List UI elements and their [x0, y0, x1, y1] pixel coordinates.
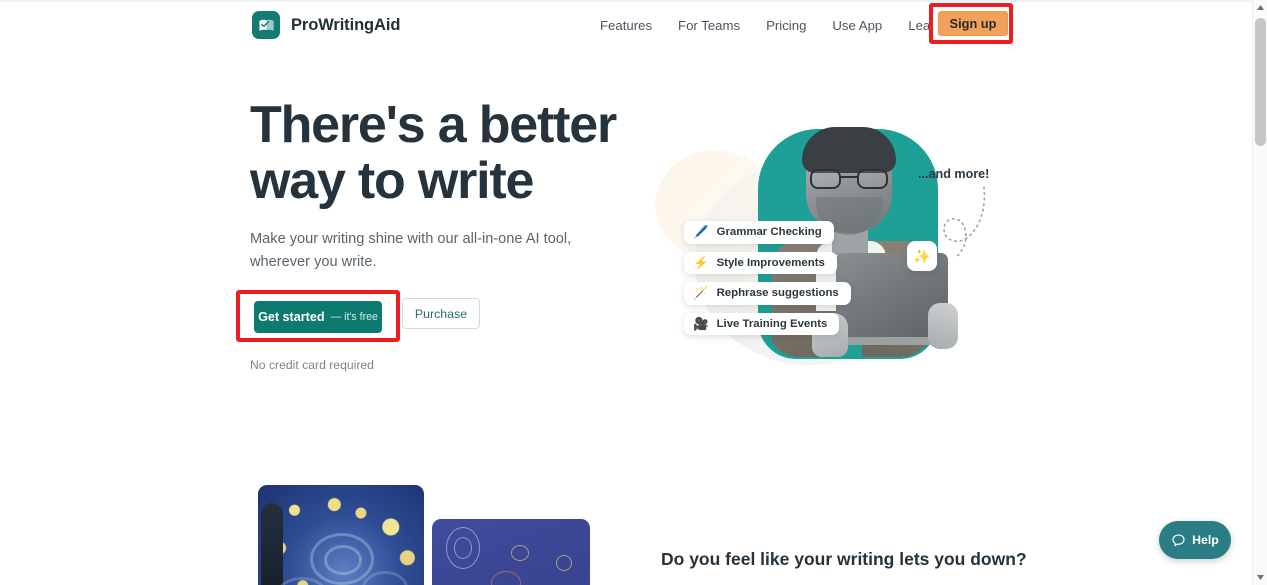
hand-right [928, 303, 958, 349]
page-title-line2: way to write [250, 152, 534, 210]
sparkles-icon: ✨ [907, 241, 937, 271]
get-started-suffix: — it's free [330, 311, 378, 323]
hero-subtitle: Make your writing shine with our all-in-… [250, 231, 572, 270]
scrollbar-thumb[interactable] [1255, 18, 1266, 146]
feature-pill-grammar-checking: 🖊️ Grammar Checking [684, 221, 834, 244]
video-camera-icon: 🎥 [693, 316, 709, 331]
blue-swirl-image-card [432, 519, 590, 585]
chat-bubble-icon [1172, 533, 1185, 546]
and-more-label: ...and more! [918, 167, 990, 181]
feature-pill-label: Grammar Checking [716, 226, 822, 239]
signup-button[interactable]: Sign up [938, 11, 1008, 36]
nav-link-pricing[interactable]: Pricing [753, 18, 819, 33]
brand-logo[interactable]: ProWritingAid [252, 11, 400, 39]
scrollbar-down-arrow-icon[interactable] [1253, 570, 1267, 585]
purchase-button[interactable]: Purchase [402, 298, 480, 329]
feature-pill-label: Live Training Events [716, 317, 828, 330]
nav-link-use-app[interactable]: Use App [819, 18, 895, 33]
feature-pill-live-training-events: 🎥 Live Training Events [684, 312, 840, 335]
hair [802, 127, 896, 173]
hero-illustration: 🖊️ Grammar Checking ⚡ Style Improvements… [640, 105, 1010, 375]
signup-highlight-box: Sign up [929, 3, 1013, 44]
pen-icon: 🖊️ [693, 225, 709, 239]
section-heading: Do you feel like your writing lets you d… [661, 549, 1027, 569]
magic-wand-icon: 🪄 [693, 286, 709, 300]
starry-night-image-card [258, 485, 424, 585]
nav-link-for-teams[interactable]: For Teams [665, 18, 753, 33]
feature-pill-list: 🖊️ Grammar Checking ⚡ Style Improvements… [684, 221, 851, 343]
page-title-line1: There's a better [250, 96, 617, 154]
page-root: ProWritingAid Features For Teams Pricing… [0, 0, 1267, 585]
scrollbar-up-arrow-icon[interactable] [1253, 0, 1267, 15]
no-credit-card-note: No credit card required [250, 358, 374, 372]
browser-viewport: ProWritingAid Features For Teams Pricing… [0, 0, 1252, 585]
site-header: ProWritingAid Features For Teams Pricing… [0, 0, 1252, 50]
help-widget-button[interactable]: Help [1159, 521, 1231, 559]
lightning-icon: ⚡ [693, 255, 709, 270]
help-widget-label: Help [1192, 533, 1219, 547]
vertical-scrollbar[interactable] [1252, 0, 1267, 585]
brand-name: ProWritingAid [291, 15, 401, 34]
get-started-button[interactable]: Get started — it's free [254, 301, 382, 333]
feature-pill-style-improvements: ⚡ Style Improvements [684, 251, 837, 274]
glasses-icon [810, 169, 888, 189]
get-started-label: Get started [258, 310, 325, 324]
get-started-highlight-box: Get started — it's free [236, 290, 400, 342]
page-title: There's a better way to write [250, 97, 680, 209]
feature-pill-label: Style Improvements [716, 256, 825, 269]
feature-pill-rephrase-suggestions: 🪄 Rephrase suggestions [684, 282, 851, 305]
feature-pill-label: Rephrase suggestions [716, 287, 839, 300]
cypress-tree [261, 503, 283, 585]
book-logo-icon [252, 11, 280, 39]
nav-link-features[interactable]: Features [600, 18, 665, 33]
